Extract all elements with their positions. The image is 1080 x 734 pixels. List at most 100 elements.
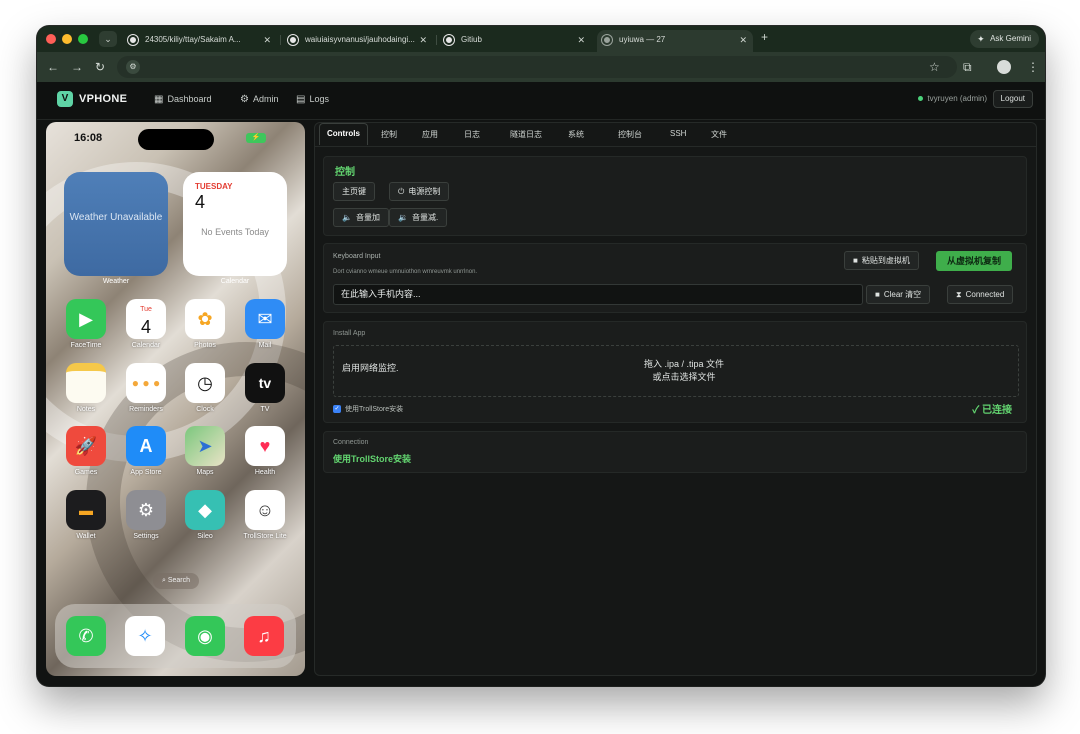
- current-user: tvyruyen (admin): [918, 94, 987, 103]
- checkbox-checked-icon[interactable]: ✓: [333, 405, 341, 414]
- ipa-dropzone[interactable]: 启用网络监控. 拖入 .ipa / .tipa 文件 或点击选择文件: [333, 345, 1019, 397]
- phone-screen[interactable]: 16:08 ⚡ Weather Unavailable Weather TUES…: [46, 122, 305, 676]
- clear-button-label: Clear 清空: [883, 290, 922, 299]
- clear-button[interactable]: ■ Clear 清空: [866, 285, 931, 304]
- back-arrow-icon[interactable]: ←: [47, 59, 59, 75]
- extensions-icon[interactable]: ⧉: [963, 59, 972, 75]
- trollface-icon[interactable]: ☺: [245, 490, 285, 530]
- tab-console[interactable]: 控制台: [618, 129, 642, 140]
- trollstore-checkbox-label: 使用TrollStore安装: [345, 406, 404, 413]
- calendar-widget[interactable]: TUESDAY 4 No Events Today: [183, 172, 287, 276]
- connection-status: ✓ 已连接: [972, 401, 1012, 416]
- app-label: Clock: [196, 406, 214, 413]
- maps-icon[interactable]: ➤: [185, 426, 225, 466]
- tab-ssh[interactable]: SSH: [670, 129, 686, 138]
- reload-icon[interactable]: ↻: [95, 59, 105, 75]
- app-store-icon[interactable]: A: [126, 426, 166, 466]
- clock-icon[interactable]: ◷: [185, 363, 225, 403]
- tab-control-cn[interactable]: 控制: [381, 129, 397, 140]
- square-icon: ■: [875, 290, 880, 299]
- spotlight-search-pill[interactable]: ⌕ Search: [153, 573, 199, 589]
- menu-dots-icon[interactable]: ⋮: [1027, 59, 1039, 75]
- profile-avatar[interactable]: [997, 60, 1011, 74]
- mail-icon[interactable]: ✉: [245, 299, 285, 339]
- sileo-box-icon[interactable]: ◆: [185, 490, 225, 530]
- gear-icon: ⚙: [240, 94, 249, 105]
- close-window-button[interactable]: [46, 34, 56, 44]
- nav-logs[interactable]: ▤ Logs: [296, 92, 329, 107]
- phone-app-icon[interactable]: ✆: [66, 616, 106, 656]
- ask-gemini-button[interactable]: ✦ Ask Gemini: [970, 30, 1039, 48]
- close-icon[interactable]: ✕: [263, 30, 271, 50]
- tab-files[interactable]: 文件: [711, 129, 727, 140]
- phone-text-input[interactable]: 在此输入手机内容...: [333, 284, 863, 305]
- browser-tab-1[interactable]: 24305/kiliy/ttay/Sakaim A... ✕: [123, 30, 277, 52]
- status-time: 16:08: [74, 132, 103, 144]
- close-icon[interactable]: ✕: [739, 30, 747, 50]
- app-label: Notes: [76, 406, 96, 413]
- maximize-window-button[interactable]: [78, 34, 88, 44]
- games-rocket-icon[interactable]: 🚀: [66, 426, 106, 466]
- forward-arrow-icon[interactable]: →: [71, 59, 83, 75]
- nav-dashboard[interactable]: ▦ Dashboard: [154, 92, 211, 107]
- nav-admin[interactable]: ⚙ Admin: [240, 92, 278, 107]
- dynamic-island: [138, 129, 214, 150]
- tab-controls[interactable]: Controls: [319, 123, 368, 145]
- tv-icon[interactable]: tv: [245, 363, 285, 403]
- reminders-icon[interactable]: ● ● ●: [126, 363, 166, 403]
- minimize-window-button[interactable]: [62, 34, 72, 44]
- browser-tab-2[interactable]: waiuiaisyvnanusi/jauhodaingi... ✕: [283, 30, 433, 52]
- address-bar[interactable]: ⚙: [117, 56, 957, 78]
- app-label: Sileo: [197, 533, 213, 540]
- tab-title: waiuiaisyvnanusi/jauhodaingi...: [305, 35, 415, 44]
- music-note-icon[interactable]: ♫: [244, 616, 284, 656]
- calendar-app-icon[interactable]: Tue 4: [126, 299, 166, 339]
- copy-from-vm-button[interactable]: 从虚拟机复制: [936, 251, 1013, 271]
- new-tab-button[interactable]: +: [761, 30, 768, 44]
- tab-title: 24305/kiliy/ttay/Sakaim A...: [145, 35, 241, 44]
- health-heart-icon[interactable]: ♥: [245, 426, 285, 466]
- weather-text: Weather Unavailable: [69, 212, 163, 223]
- photos-icon[interactable]: ✿: [185, 299, 225, 339]
- connected-button[interactable]: ⧗ Connected: [947, 285, 1014, 304]
- close-icon[interactable]: ✕: [419, 30, 427, 50]
- tab-search-button[interactable]: ⌄: [99, 31, 117, 47]
- tab-logs[interactable]: 日志: [464, 129, 480, 140]
- power-button-label: 电源控制: [408, 187, 441, 196]
- tab-tunnel-logs[interactable]: 隧道日志: [510, 129, 542, 140]
- notes-icon[interactable]: [66, 363, 106, 403]
- bookmark-star-icon[interactable]: ☆: [929, 59, 940, 75]
- app-label: Games: [74, 469, 98, 476]
- browser-tab-active[interactable]: uyiuwa — 27 ✕: [597, 30, 753, 52]
- tab-apps[interactable]: 应用: [422, 129, 438, 140]
- app-label: Mail: [258, 342, 272, 349]
- close-icon[interactable]: ✕: [577, 30, 585, 50]
- dock: ✆ ✧ ◉ ♫: [55, 604, 296, 668]
- home-button[interactable]: 主页键: [333, 182, 375, 201]
- weather-widget[interactable]: Weather Unavailable: [64, 172, 168, 276]
- tab-title: Gitiub: [461, 35, 482, 44]
- logout-button[interactable]: Logout: [992, 90, 1033, 108]
- volume-down-button[interactable]: 🔉 音量减.: [389, 208, 448, 227]
- speaker-icon: 🔈: [342, 213, 352, 222]
- app-label: Maps: [196, 469, 214, 476]
- app-header: V VPHONE ▦ Dashboard ⚙ Admin ▤ Logs tvyruye…: [37, 82, 1045, 120]
- site-settings-icon[interactable]: ⚙: [126, 60, 140, 74]
- trollstore-install-link[interactable]: 使用TrollStore安装: [333, 452, 411, 465]
- app-label: Health: [254, 469, 276, 476]
- app-label: Reminders: [129, 406, 163, 413]
- browser-tab-3[interactable]: Gitiub ✕: [439, 30, 591, 52]
- settings-gear-icon[interactable]: ⚙: [126, 490, 166, 530]
- messages-bubble-icon[interactable]: ◉: [185, 616, 225, 656]
- facetime-icon[interactable]: ▶: [66, 299, 106, 339]
- trollstore-checkbox-row[interactable]: ✓ 使用TrollStore安装: [333, 404, 403, 414]
- volume-up-button[interactable]: 🔈 音量加: [333, 208, 389, 227]
- app-label: TV: [260, 406, 270, 413]
- safari-compass-icon[interactable]: ✧: [125, 616, 165, 656]
- nav-admin-label: Admin: [252, 94, 279, 104]
- paste-to-vm-button[interactable]: ■ 粘贴到虚拟机: [844, 251, 919, 270]
- tab-system[interactable]: 系统: [568, 129, 584, 140]
- paste-button-label: 粘贴到虚拟机: [861, 256, 910, 265]
- wallet-icon[interactable]: ▬: [66, 490, 106, 530]
- power-button[interactable]: ⏻ 电源控制: [389, 182, 450, 201]
